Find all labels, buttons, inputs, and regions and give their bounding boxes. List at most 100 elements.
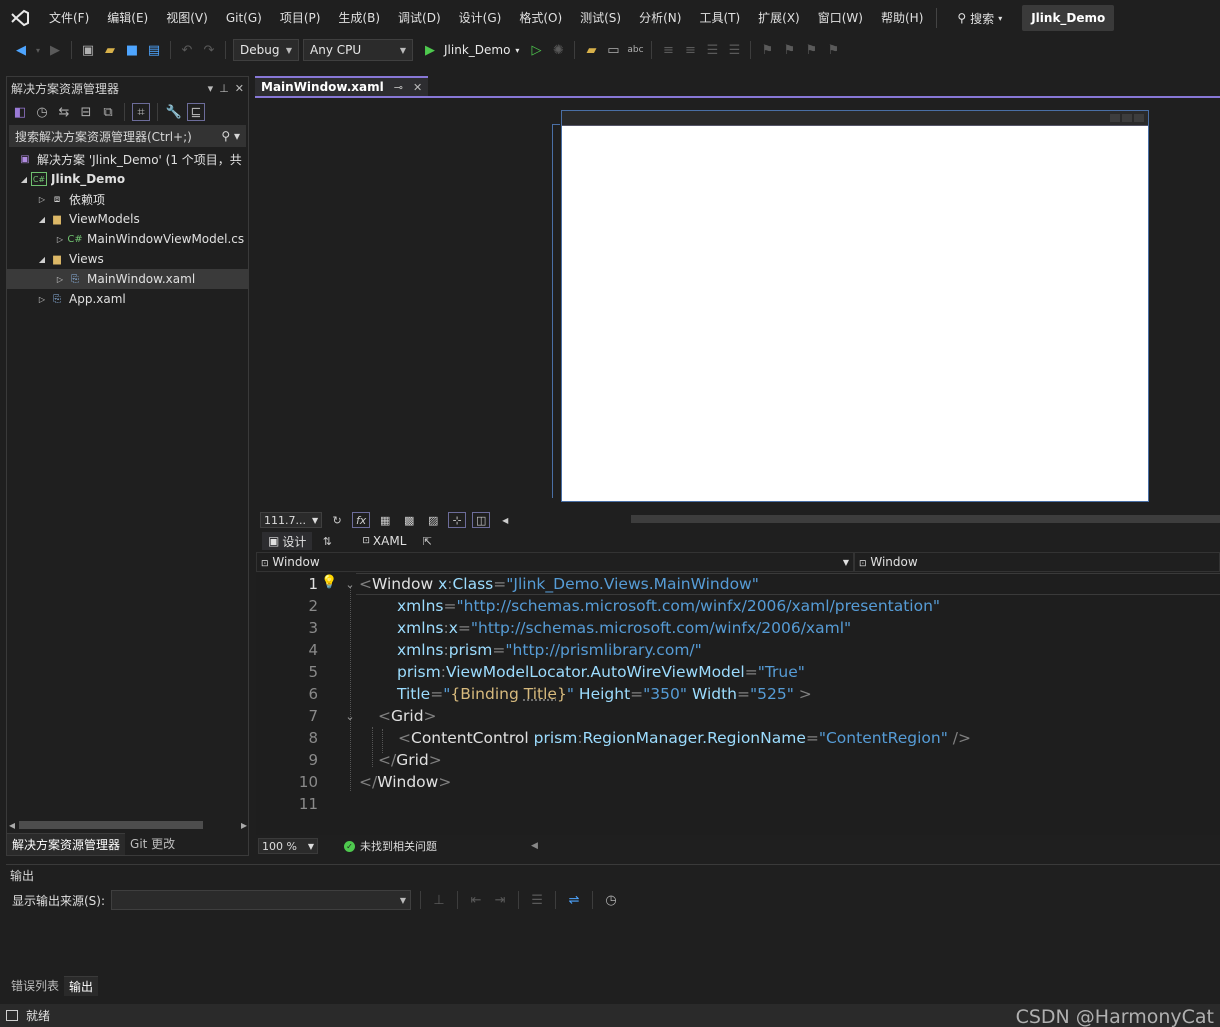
previous-message-icon[interactable]: ⇤	[467, 891, 485, 909]
layout-icon[interactable]: ▭	[604, 41, 622, 59]
menu-debug[interactable]: 调试(D)	[389, 0, 450, 36]
comment-icon[interactable]: ≡	[659, 41, 677, 59]
scroll-right-icon[interactable]: ▶	[241, 821, 247, 830]
timestamp-clock-icon[interactable]: ◷	[602, 891, 620, 909]
undo-icon[interactable]: ↶	[178, 41, 196, 59]
code-line[interactable]: 10 </Window>	[256, 771, 1220, 793]
menu-window[interactable]: 窗口(W)	[809, 0, 872, 36]
expanded-arrow-icon[interactable]: ◢	[17, 175, 31, 184]
tab-error-list[interactable]: 错误列表	[6, 976, 64, 996]
menu-file[interactable]: 文件(F)	[40, 0, 98, 36]
element-scope-select[interactable]: ⊡ Window ▼	[256, 552, 854, 572]
element-member-select[interactable]: ⊡ Window	[854, 552, 1220, 572]
pin-icon[interactable]: ⊸	[394, 81, 403, 94]
close-icon[interactable]: ✕	[235, 82, 244, 95]
collapsed-arrow-icon[interactable]: ▷	[53, 275, 67, 284]
solution-explorer-search-input[interactable]: 搜索解决方案资源管理器(Ctrl+;) ⚲ ▾	[9, 125, 246, 147]
code-line[interactable]: 8 <ContentControl prism:RegionManager.Re…	[256, 727, 1220, 749]
scroll-left-icon[interactable]: ◀	[531, 841, 538, 851]
designer-zoom-select[interactable]: 111.7... ▼	[260, 512, 323, 528]
show-all-files-icon[interactable]: ⧉	[99, 103, 117, 121]
output-source-select[interactable]: ▼	[111, 890, 412, 910]
tree-item-mainwindow-xaml[interactable]: ▷ ⎘ MainWindow.xaml	[7, 269, 248, 289]
preview-icon[interactable]: ⊑	[187, 103, 205, 121]
expanded-arrow-icon[interactable]: ◢	[35, 255, 49, 264]
find-message-icon[interactable]: ⊥	[430, 891, 448, 909]
bookmark-icon[interactable]: ⚑	[758, 41, 776, 59]
menu-view[interactable]: 视图(V)	[157, 0, 217, 36]
code-line[interactable]: 5 prism:ViewModelLocator.AutoWireViewMod…	[256, 661, 1220, 683]
properties-wrench-icon[interactable]: 🔧	[165, 103, 183, 121]
project-name-badge[interactable]: Jlink_Demo	[1022, 5, 1115, 31]
grid-icon[interactable]: ▦	[376, 512, 394, 528]
new-project-icon[interactable]: ▣	[79, 41, 97, 59]
navigate-back-icon[interactable]: ◀	[12, 41, 30, 59]
menu-analyze[interactable]: 分析(N)	[630, 0, 690, 36]
scrollbar-thumb[interactable]	[19, 821, 204, 829]
pin-icon[interactable]: ⊥	[219, 82, 229, 95]
collapsed-arrow-icon[interactable]: ▷	[35, 295, 49, 304]
preview-selected-items-icon[interactable]: ⌗	[132, 103, 150, 121]
tree-item-dependencies[interactable]: ▷ ⧈ 依赖项	[7, 189, 248, 209]
outdent-icon[interactable]: ☰	[703, 41, 721, 59]
menu-build[interactable]: 生成(B)	[329, 0, 389, 36]
solution-configurations-icon[interactable]: ▰	[582, 41, 600, 59]
tree-item-viewmodels-folder[interactable]: ◢ ▆ ViewModels	[7, 209, 248, 229]
tab-git-changes[interactable]: Git 更改	[125, 833, 180, 855]
designer-window-preview[interactable]	[561, 110, 1149, 502]
popout-xaml-icon[interactable]: ⇱	[418, 533, 436, 549]
issues-indicator[interactable]: ✓ 未找到相关问题	[344, 838, 437, 854]
collapsed-arrow-icon[interactable]: ▷	[35, 195, 49, 204]
tree-item-views-folder[interactable]: ◢ ▆ Views	[7, 249, 248, 269]
open-folder-icon[interactable]: ▰	[101, 41, 119, 59]
menu-help[interactable]: 帮助(H)	[872, 0, 932, 36]
tab-mainwindow-xaml[interactable]: MainWindow.xaml ⊸ ✕	[255, 76, 429, 96]
expanded-arrow-icon[interactable]: ◢	[35, 215, 49, 224]
status-indicator-icon[interactable]	[6, 1010, 18, 1021]
save-all-icon[interactable]: ▤	[145, 41, 163, 59]
tree-item-solution[interactable]: ▣ 解决方案 'Jlink_Demo' (1 个项目，共	[7, 149, 248, 169]
tab-xaml[interactable]: ⊡ XAML	[356, 532, 412, 550]
redo-icon[interactable]: ↷	[200, 41, 218, 59]
code-line[interactable]: 6 Title="{Binding Title}" Height="350" W…	[256, 683, 1220, 705]
start-without-debugging-icon[interactable]: ▷	[527, 41, 545, 59]
save-icon[interactable]: ■	[123, 41, 141, 59]
hot-reload-icon[interactable]: ✺	[549, 41, 567, 59]
designer-horizontal-scrollbar[interactable]	[631, 515, 1220, 523]
visual-studio-logo-icon[interactable]	[0, 0, 40, 36]
code-line[interactable]: 3 xmlns:x="http://schemas.microsoft.com/…	[256, 617, 1220, 639]
uncomment-icon[interactable]: ≡	[681, 41, 699, 59]
previous-bookmark-icon[interactable]: ⚑	[780, 41, 798, 59]
code-line[interactable]: 7 ⌄ <Grid>	[256, 705, 1220, 727]
snap-to-snaplines-icon[interactable]: ⊹	[448, 512, 467, 528]
menu-git[interactable]: Git(G)	[217, 0, 271, 36]
code-line[interactable]: 1 💡 ⌄ <Window x:Class="Jlink_Demo.Views.…	[256, 573, 1220, 595]
tab-solution-explorer[interactable]: 解决方案资源管理器	[7, 833, 126, 855]
clear-all-icon[interactable]: ☰	[528, 891, 546, 909]
code-line[interactable]: 2 xmlns="http://schemas.microsoft.com/wi…	[256, 595, 1220, 617]
effects-fx-icon[interactable]: fx	[352, 512, 371, 528]
fold-toggle-icon[interactable]: ⌄	[344, 710, 356, 723]
fold-toggle-icon[interactable]: ⌄	[344, 578, 356, 591]
sync-with-active-document-icon[interactable]: ⇆	[55, 103, 73, 121]
menu-edit[interactable]: 编辑(E)	[98, 0, 157, 36]
switch-views-icon[interactable]: ◧	[11, 103, 29, 121]
dropdown-icon[interactable]: ▾	[34, 41, 42, 59]
indent-icon[interactable]: ☰	[725, 41, 743, 59]
scrollbar-track[interactable]	[15, 821, 241, 829]
navigate-forward-icon[interactable]: ▶	[46, 41, 64, 59]
device-preview-icon[interactable]: ◫	[472, 512, 491, 528]
chevron-down-icon[interactable]: ▾	[208, 82, 214, 95]
close-icon[interactable]: ✕	[413, 81, 422, 94]
word-wrap-icon[interactable]: ⇌	[565, 891, 583, 909]
menu-format[interactable]: 格式(O)	[510, 0, 571, 36]
tree-item-project[interactable]: ◢ C# Jlink_Demo	[7, 169, 248, 189]
code-line[interactable]: 11	[256, 793, 1220, 815]
menu-search-button[interactable]: ⚲ 搜索 ▾	[949, 10, 1010, 27]
next-message-icon[interactable]: ⇥	[491, 891, 509, 909]
tab-design[interactable]: ▣ 设计	[262, 532, 313, 550]
xaml-code-editor[interactable]: 1 💡 ⌄ <Window x:Class="Jlink_Demo.Views.…	[256, 573, 1220, 835]
platform-select[interactable]: Any CPU ▼	[303, 39, 413, 61]
snap-to-grid-icon[interactable]: ▩	[400, 512, 418, 528]
refresh-icon[interactable]: ↻	[328, 512, 346, 528]
